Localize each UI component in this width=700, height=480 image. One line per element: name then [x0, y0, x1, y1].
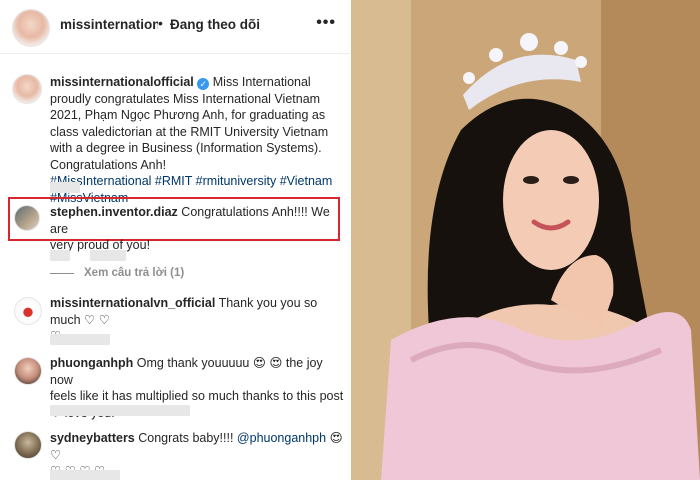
comment-username[interactable]: missinternationalvn_official [50, 296, 215, 310]
comment-meta-redacted [50, 250, 70, 261]
verified-badge-icon: ✓ [197, 78, 210, 90]
header-username[interactable]: missinternationalofficial [60, 17, 158, 32]
comment-username[interactable]: phuonganhph [50, 356, 133, 370]
instagram-post-panel: missinternationalofficial • Đang theo dõ… [0, 0, 350, 480]
comment-username[interactable]: stephen.inventor.diaz [50, 205, 178, 219]
caption-text: missinternationalofficial ✓ Miss Interna… [50, 74, 340, 206]
caption-username[interactable]: missinternationalofficial [50, 75, 194, 89]
comment-stephen: stephen.inventor.diaz Congratulations An… [50, 204, 340, 254]
caption-body: Miss International proudly congratulates… [50, 75, 329, 172]
header-dot-separator: • [158, 15, 163, 31]
caption-avatar[interactable] [12, 74, 42, 104]
post-header: missinternationalofficial • Đang theo dõ… [0, 0, 350, 54]
header-avatar[interactable] [12, 9, 50, 47]
comment-meta-redacted [50, 470, 120, 480]
caption-hashtags-line1[interactable]: #MissInternational #RMIT #rmituniversity… [50, 174, 332, 188]
following-button[interactable]: Đang theo dõi [170, 17, 260, 32]
comment-avatar-missintlvn[interactable] [14, 297, 42, 325]
comment-username[interactable]: sydneybatters [50, 431, 135, 445]
view-replies-link[interactable]: Xem câu trả lời (1) [84, 267, 184, 279]
comment-avatar-phuonganhph[interactable] [14, 357, 42, 385]
view-replies-line [50, 273, 74, 274]
comment-text: Congrats baby!!!! [138, 431, 237, 445]
comment-meta-redacted [50, 334, 110, 345]
comment-avatar-stephen[interactable] [14, 205, 40, 231]
post-photo [351, 0, 700, 480]
comment-text-2: feels like it has multiplied so much tha… [50, 389, 344, 403]
comment-avatar-sydneybatters[interactable] [14, 431, 42, 459]
comment-mention[interactable]: @phuonganhph [237, 431, 326, 445]
caption-meta-redacted [50, 182, 80, 193]
comment-meta-redacted [50, 405, 190, 416]
more-options-icon[interactable]: ••• [316, 14, 336, 32]
comment-meta-redacted-2 [90, 250, 126, 261]
portrait-illustration [351, 0, 700, 480]
